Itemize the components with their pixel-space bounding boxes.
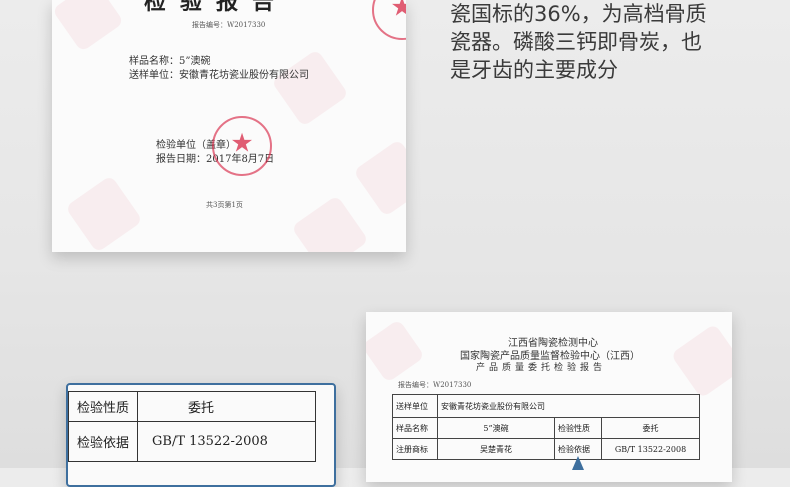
- description-line: 瓷国标的36%，为高档骨质: [450, 2, 707, 26]
- table-label-cell: 送样单位: [392, 394, 438, 418]
- table-row: 检验依据 GB/T 13522-2008: [68, 421, 316, 462]
- table-value-cell: 安徽青花坊瓷业股份有限公司: [437, 394, 700, 418]
- report-title: 检验报告: [144, 0, 289, 15]
- table-label-cell: 检验性质: [554, 417, 602, 439]
- table-value-cell: 委托: [601, 417, 700, 439]
- table-value-cell: GB/T 13522-2008: [137, 421, 316, 462]
- watermark-stamp: [52, 0, 125, 53]
- table-row: 检验性质 委托: [68, 391, 316, 422]
- watermark-stamp: [271, 49, 349, 127]
- red-seal-icon: ★: [212, 116, 272, 176]
- description-line: 瓷器。磷酸三钙即骨炭，也: [450, 30, 702, 54]
- report-type: 产品质量委托检验报告: [476, 363, 607, 373]
- closeup-table: 检验性质 委托 检验依据 GB/T 13522-2008: [68, 391, 316, 462]
- description-line: 是牙齿的主要成分: [450, 58, 618, 82]
- report-number: 报告编号：W2017330: [398, 381, 472, 389]
- table-label-cell: 样品名称: [392, 417, 438, 439]
- table-row: 送样单位 安徽青花坊瓷业股份有限公司: [392, 394, 700, 418]
- table-value-cell: 吴楚青花: [437, 438, 555, 460]
- watermark-stamp: [353, 139, 406, 217]
- report-table-closeup: 检验性质 委托 检验依据 GB/T 13522-2008: [66, 383, 336, 487]
- table-label-cell: 检验依据: [68, 421, 138, 462]
- table-value-cell: 5”澳碗: [437, 417, 555, 439]
- watermark-stamp: [366, 318, 426, 384]
- table-value-cell: GB/T 13522-2008: [601, 438, 700, 460]
- table-value-cell: 委托: [137, 391, 316, 422]
- material-description: 瓷国标的36%，为高档骨质 瓷器。磷酸三钙即骨炭，也 是牙齿的主要成分: [450, 0, 770, 84]
- inspection-report-page: 江西省陶瓷检测中心 国家陶瓷产品质量监督检验中心（江西） 产品质量委托检验报告 …: [366, 312, 732, 482]
- inspection-report-cover: 检验报告 报告编号：W2017330 样品名称：5”澳碗 送样单位：安徽青花坊瓷…: [52, 0, 406, 252]
- red-seal-icon: ★: [372, 0, 406, 40]
- report-number: 报告编号：W2017330: [192, 21, 266, 29]
- watermark-stamp: [65, 175, 143, 252]
- watermark-stamp: [291, 195, 369, 252]
- table-label-cell: 注册商标: [392, 438, 438, 460]
- report-table: 送样单位 安徽青花坊瓷业股份有限公司 样品名称 5”澳碗 检验性质 委托 注册商…: [392, 394, 700, 460]
- sender-unit: 送样单位：安徽青花坊瓷业股份有限公司: [129, 70, 309, 81]
- table-row: 样品名称 5”澳碗 检验性质 委托: [392, 417, 700, 439]
- watermark-stamp: [670, 323, 732, 399]
- sample-name: 样品名称：5”澳碗: [129, 56, 211, 67]
- table-label-cell: 检验性质: [68, 391, 138, 422]
- table-row: 注册商标 吴楚青花 检验依据 GB/T 13522-2008: [392, 438, 700, 460]
- page-indicator: 共3页第1页: [206, 201, 243, 209]
